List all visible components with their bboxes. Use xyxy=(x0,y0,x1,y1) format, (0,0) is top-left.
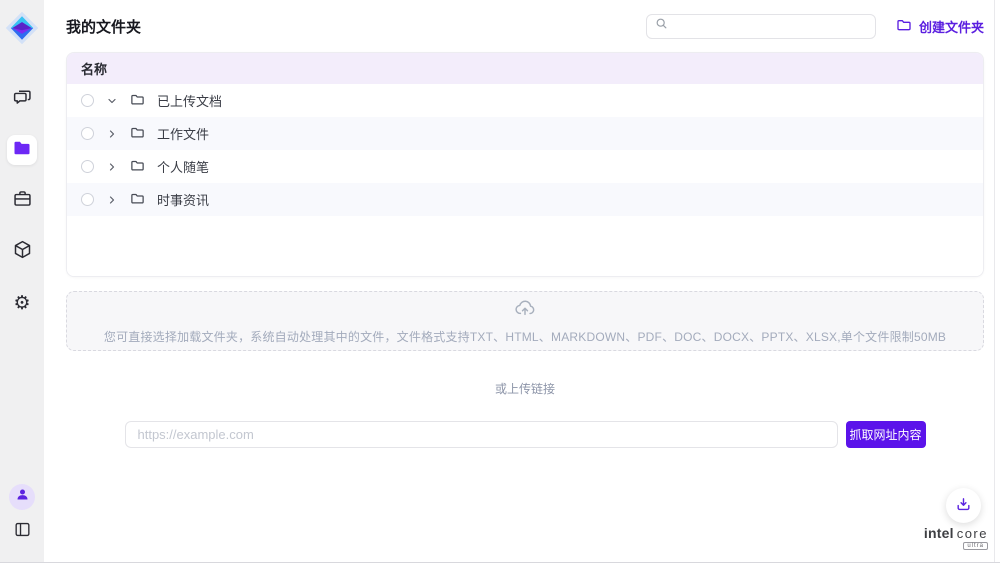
app-logo-icon[interactable] xyxy=(2,8,42,48)
fetch-url-button[interactable]: 抓取网址内容 xyxy=(846,421,926,448)
name-column-header: 名称 xyxy=(81,59,107,78)
chevron-right-icon[interactable] xyxy=(105,127,119,141)
sidebar-item-apps[interactable] xyxy=(7,237,37,267)
folder-table: 名称 已上传文档 工作文件 xyxy=(66,52,984,277)
chevron-right-icon[interactable] xyxy=(105,193,119,207)
collapse-panel-button[interactable] xyxy=(13,520,32,544)
sidebar-item-folders[interactable] xyxy=(7,135,37,165)
main-content: 我的文件夹 xyxy=(44,0,1000,562)
chevron-right-icon[interactable] xyxy=(105,160,119,174)
folder-outline-icon xyxy=(130,125,145,143)
user-avatar-icon xyxy=(15,487,30,507)
create-folder-button[interactable]: 创建文件夹 xyxy=(896,17,984,36)
folder-plus-icon xyxy=(896,17,912,36)
search-icon xyxy=(655,17,668,35)
row-checkbox[interactable] xyxy=(81,127,94,140)
page-title: 我的文件夹 xyxy=(66,16,141,37)
intel-core-logo: intel core ultra xyxy=(924,525,988,550)
row-checkbox[interactable] xyxy=(81,94,94,107)
cube-icon xyxy=(12,239,33,265)
folder-row[interactable]: 已上传文档 xyxy=(67,84,983,117)
table-header: 名称 xyxy=(67,53,983,84)
folder-outline-icon xyxy=(130,191,145,209)
folder-name: 时事资讯 xyxy=(157,190,209,209)
intel-wordmark: intel xyxy=(924,525,954,541)
or-upload-link-label: 或上传链接 xyxy=(66,380,984,397)
chat-icon xyxy=(12,86,33,112)
url-upload-row: 抓取网址内容 xyxy=(66,421,984,448)
scrollbar-track[interactable] xyxy=(994,0,1000,562)
folder-name: 个人随笔 xyxy=(157,157,209,176)
folder-row[interactable]: 工作文件 xyxy=(67,117,983,150)
download-icon xyxy=(955,496,972,516)
search-box xyxy=(646,14,876,39)
app-window: ⚙ xyxy=(0,0,1000,562)
sidebar-bottom xyxy=(9,484,35,544)
dropzone-hint: 您可直接选择加载文件夹，系统自动处理其中的文件，文件格式支持TXT、HTML、M… xyxy=(104,328,946,345)
panel-layout-icon xyxy=(13,526,32,543)
folder-name: 工作文件 xyxy=(157,124,209,143)
cloud-upload-icon xyxy=(514,297,536,324)
download-fab-button[interactable] xyxy=(946,488,981,523)
file-dropzone[interactable]: 您可直接选择加载文件夹，系统自动处理其中的文件，文件格式支持TXT、HTML、M… xyxy=(66,291,984,351)
gear-icon: ⚙ xyxy=(13,294,30,313)
folder-icon xyxy=(12,138,32,163)
topbar-actions: 创建文件夹 xyxy=(646,14,984,39)
topbar: 我的文件夹 xyxy=(66,0,984,52)
sidebar: ⚙ xyxy=(0,0,44,562)
sidebar-item-toolbox[interactable] xyxy=(7,186,37,216)
search-input[interactable] xyxy=(674,19,867,33)
folder-name: 已上传文档 xyxy=(157,91,222,110)
folder-row[interactable]: 个人随笔 xyxy=(67,150,983,183)
sidebar-item-settings[interactable]: ⚙ xyxy=(7,288,37,318)
user-avatar[interactable] xyxy=(9,484,35,510)
sidebar-nav: ⚙ xyxy=(7,84,37,318)
row-checkbox[interactable] xyxy=(81,160,94,173)
table-empty-space xyxy=(67,216,983,276)
create-folder-label: 创建文件夹 xyxy=(919,17,984,36)
url-input[interactable] xyxy=(125,421,838,448)
folder-outline-icon xyxy=(130,92,145,110)
briefcase-icon xyxy=(12,188,33,214)
chevron-down-icon[interactable] xyxy=(105,94,119,108)
sidebar-item-chat[interactable] xyxy=(7,84,37,114)
row-checkbox[interactable] xyxy=(81,193,94,206)
folder-outline-icon xyxy=(130,158,145,176)
intel-core-text: core xyxy=(957,526,988,541)
intel-ultra-badge: ultra xyxy=(963,542,988,550)
folder-row[interactable]: 时事资讯 xyxy=(67,183,983,216)
